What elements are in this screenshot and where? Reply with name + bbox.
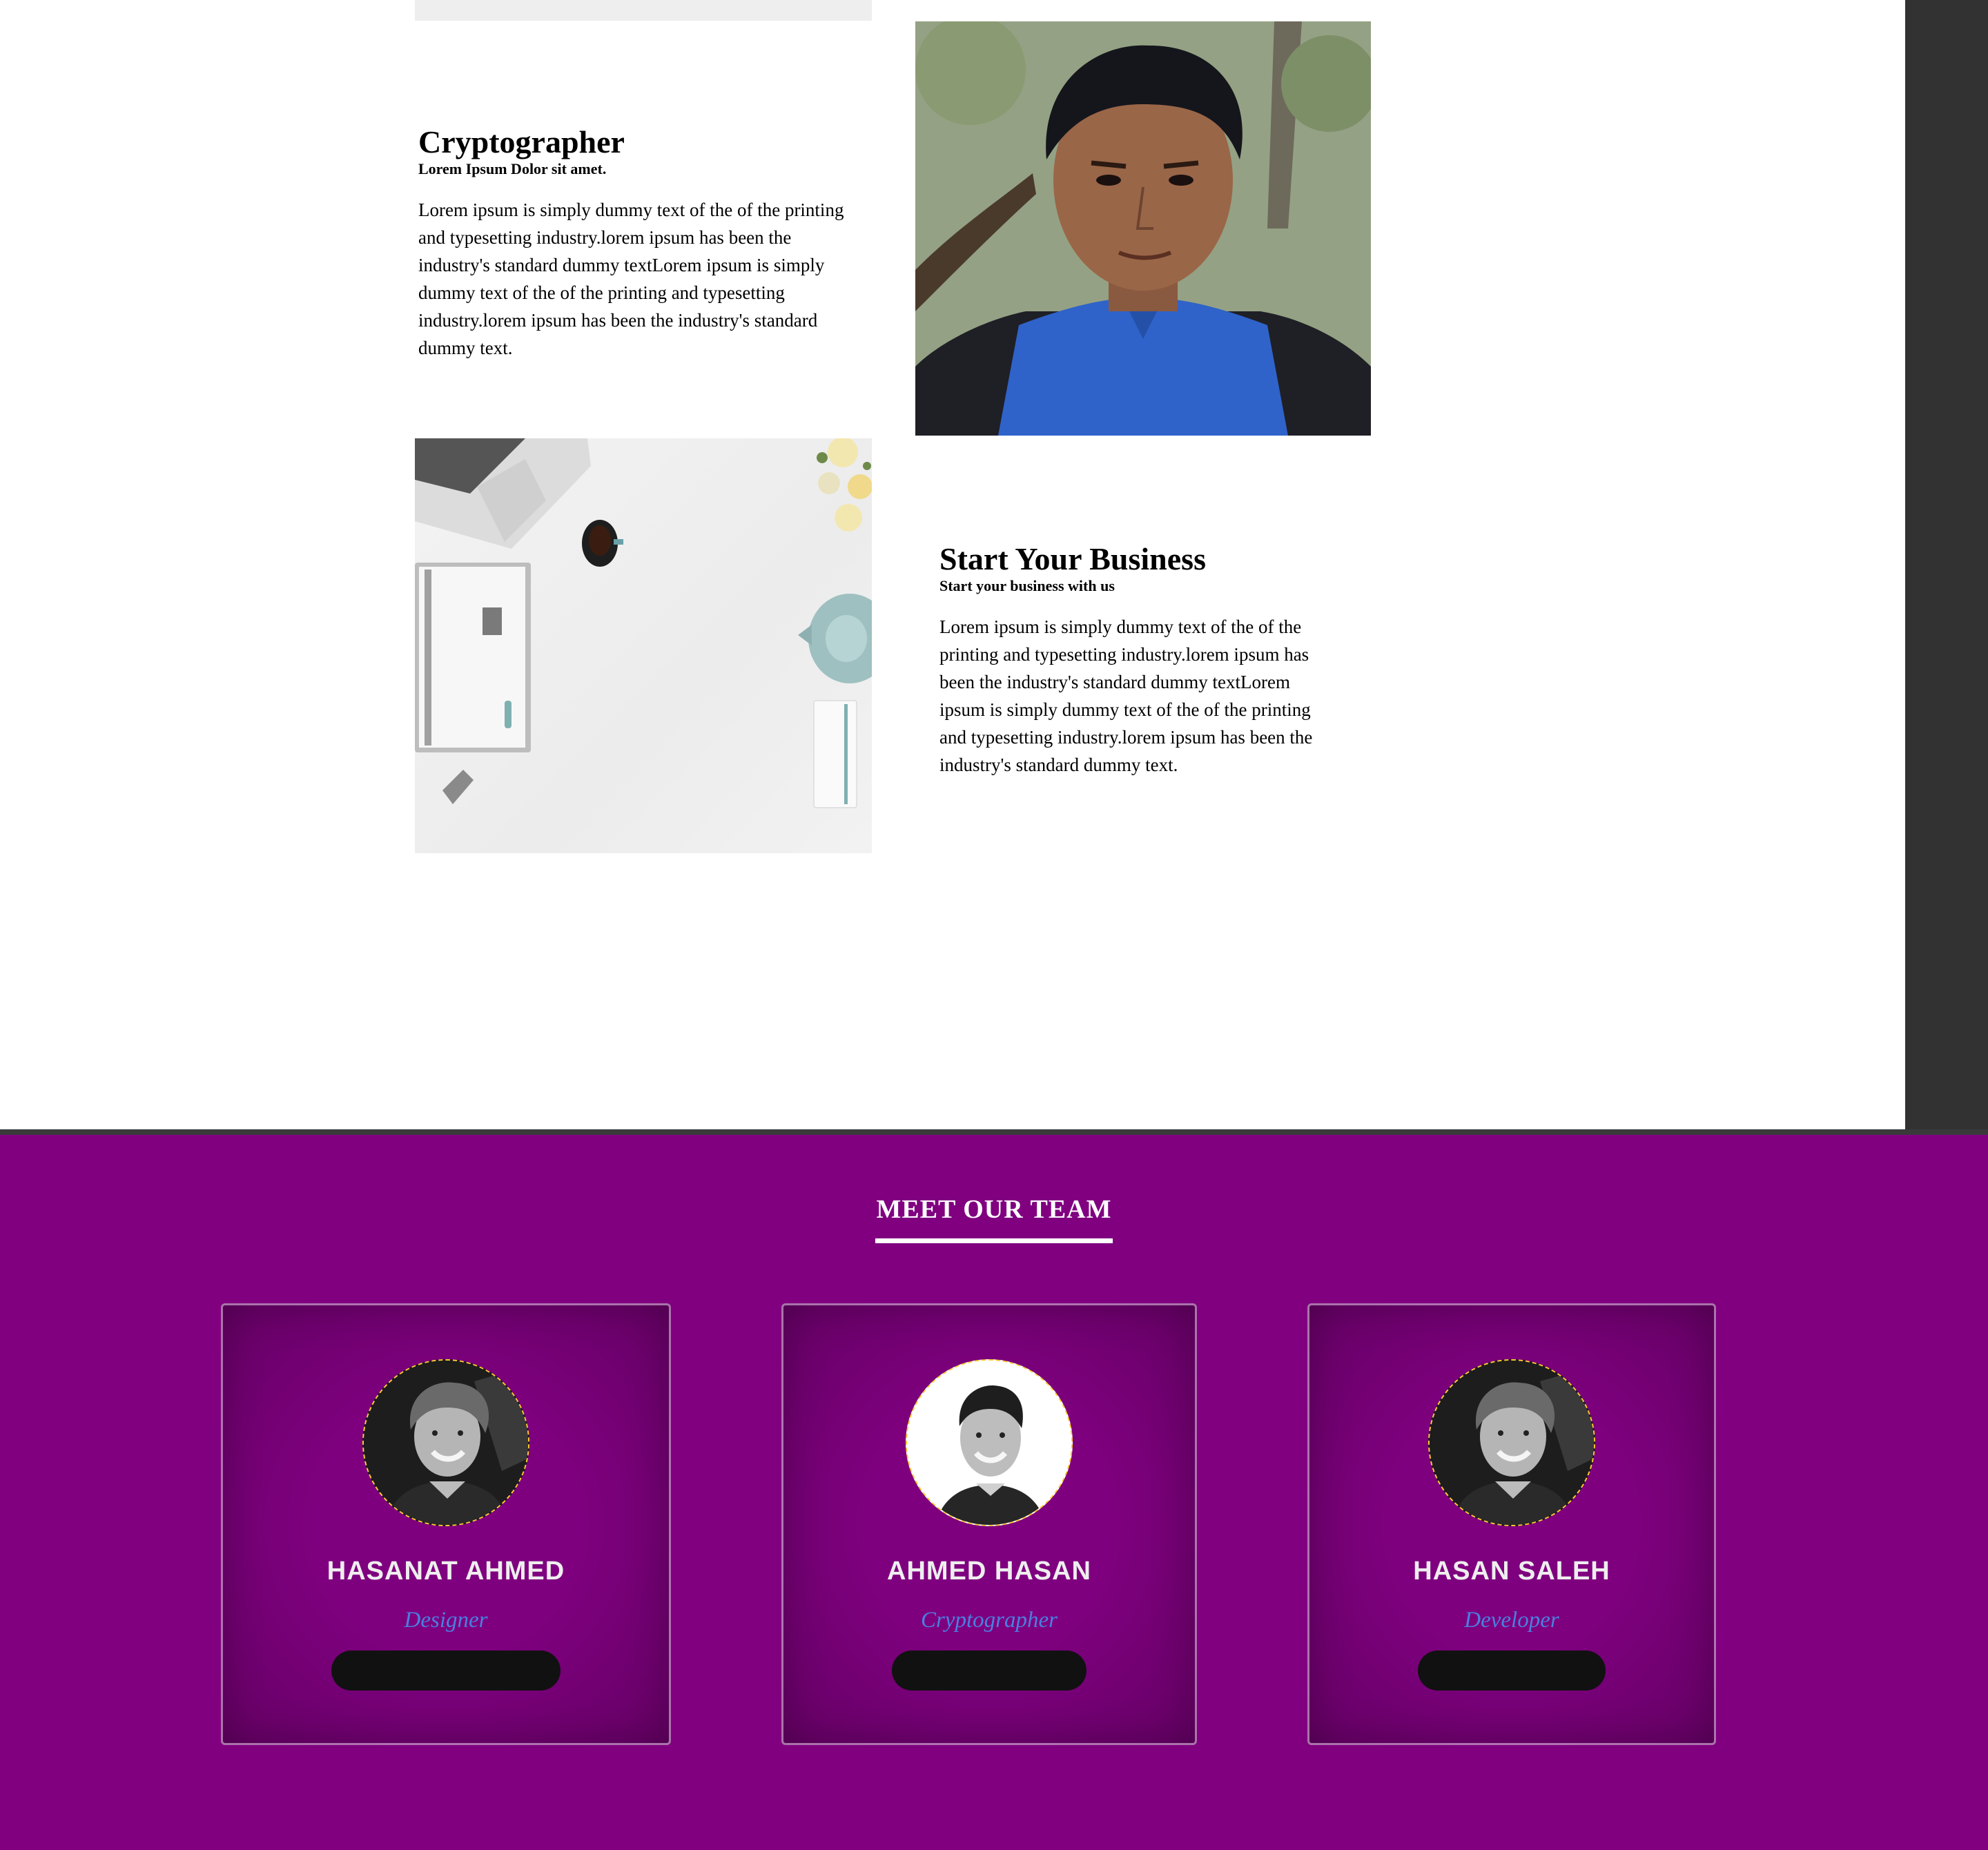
- person-icon: [1430, 1361, 1594, 1525]
- section-title: Start Your Business: [939, 541, 1206, 576]
- team-heading: MEET OUR TEAM: [876, 1195, 1112, 1224]
- profile-button[interactable]: [892, 1651, 1086, 1691]
- section-body: Lorem ipsum is simply dummy text of the …: [418, 199, 844, 358]
- member-name: HASANAT AHMED: [327, 1557, 565, 1586]
- portrait-illustration: [915, 21, 1371, 436]
- team-card-hasan-saleh: HASAN SALEH Developer: [1307, 1303, 1716, 1745]
- avatar: [906, 1359, 1073, 1526]
- team-card-ahmed-hasan: AHMED HASAN Cryptographer: [781, 1303, 1197, 1745]
- avatar: [1428, 1359, 1595, 1526]
- member-role: Developer: [1464, 1608, 1559, 1633]
- team-section: MEET OUR TEAM HASANAT AHMED Designer AHM…: [0, 1129, 1988, 1850]
- desk-illustration: [415, 438, 872, 808]
- section-title: Cryptographer: [418, 124, 625, 159]
- section-subtitle: Lorem Ipsum Dolor sit amet.: [418, 160, 607, 177]
- business-block: Start Your Business Start your business …: [939, 541, 1340, 779]
- portrait-photo: [915, 21, 1371, 436]
- cryptographer-block: Cryptographer Lorem Ipsum Dolor sit amet…: [418, 124, 860, 362]
- member-name: HASAN SALEH: [1413, 1557, 1610, 1586]
- member-name: AHMED HASAN: [887, 1557, 1091, 1586]
- avatar: [362, 1359, 529, 1526]
- profile-button[interactable]: [331, 1651, 561, 1691]
- dark-side-panel: [1905, 0, 1988, 1129]
- heading-underline: [875, 1238, 1113, 1243]
- team-card-hasanat-ahmed: HASANAT AHMED Designer: [221, 1303, 671, 1745]
- member-role: Cryptographer: [921, 1608, 1058, 1633]
- section-subtitle: Start your business with us: [939, 577, 1115, 594]
- person-icon: [364, 1361, 528, 1525]
- previous-image-bottom-edge: [415, 0, 872, 21]
- section-body: Lorem ipsum is simply dummy text of the …: [939, 616, 1313, 775]
- desk-flatlay-image: [415, 438, 872, 853]
- profile-button[interactable]: [1418, 1651, 1606, 1691]
- member-role: Designer: [404, 1608, 488, 1633]
- person-icon: [907, 1361, 1071, 1525]
